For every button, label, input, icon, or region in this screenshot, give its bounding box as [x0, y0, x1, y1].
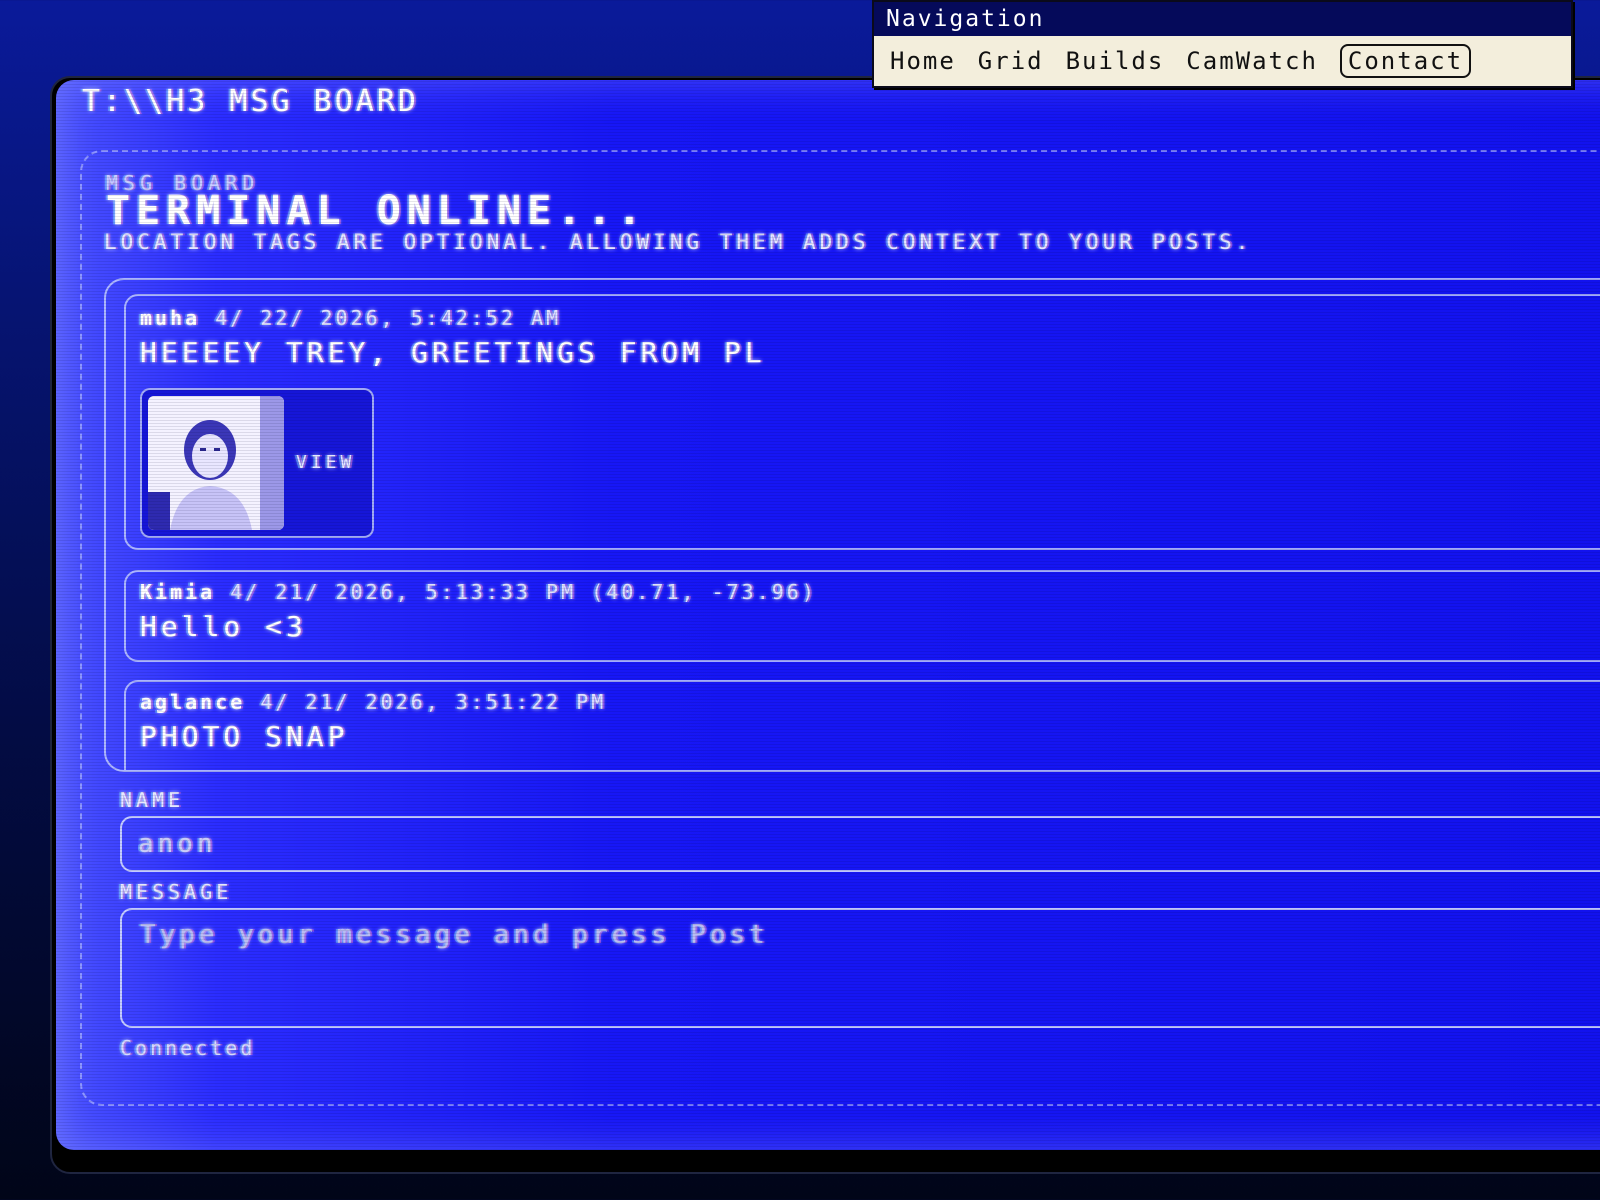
message-label: MESSAGE — [120, 880, 233, 904]
post-meta: aglance 4/ 21/ 2026, 3:51:22 PM — [140, 690, 606, 714]
nav-link-camwatch[interactable]: CamWatch — [1186, 47, 1318, 75]
post-timestamp: 4/ 22/ 2026, 5:42:52 AM — [215, 306, 562, 330]
page-headline: TERMINAL ONLINE... — [106, 188, 648, 234]
window-title: T:\\H3 MSG BOARD — [82, 84, 419, 119]
post-message: PHOTO SNAP — [140, 720, 349, 753]
post-timestamp: 4/ 21/ 2026, 3:51:22 PM — [260, 690, 607, 714]
nav-link-grid[interactable]: Grid — [978, 47, 1044, 75]
navigation-window: Navigation Home Grid Builds CamWatch Con… — [872, 0, 1573, 88]
navigation-links: Home Grid Builds CamWatch Contact — [874, 36, 1571, 86]
post-author: aglance — [140, 690, 246, 714]
post-timestamp: 4/ 21/ 2026, 5:13:33 PM — [230, 580, 577, 604]
message-input[interactable] — [120, 908, 1600, 1028]
photo-thumbnail-icon[interactable] — [148, 396, 284, 530]
crt-screen: T:\\H3 MSG BOARD MSG BOARD TERMINAL ONLI… — [56, 80, 1600, 1150]
name-label: NAME — [120, 788, 185, 812]
post-author: muha — [140, 306, 201, 330]
post-message: Hello <3 — [140, 610, 307, 643]
list-item: aglance 4/ 21/ 2026, 3:51:22 PM PHOTO SN… — [124, 680, 1600, 770]
location-notice: LOCATION TAGS ARE OPTIONAL. ALLOWING THE… — [104, 230, 1253, 254]
message-list[interactable]: muha 4/ 22/ 2026, 5:42:52 AM HEEEEY TREY… — [104, 278, 1600, 772]
nav-link-home[interactable]: Home — [890, 47, 956, 75]
post-message: HEEEEY TREY, GREETINGS FROM PL — [140, 336, 766, 369]
nav-link-builds[interactable]: Builds — [1066, 47, 1165, 75]
post-author: Kimia — [140, 580, 216, 604]
post-location: (40.71, -73.96) — [591, 580, 817, 604]
list-item: muha 4/ 22/ 2026, 5:42:52 AM HEEEEY TREY… — [124, 294, 1600, 550]
photo-attachment[interactable]: VIEW — [140, 388, 374, 538]
nav-link-contact[interactable]: Contact — [1339, 44, 1472, 78]
connection-status: Connected — [120, 1036, 256, 1060]
navigation-titlebar[interactable]: Navigation — [874, 2, 1571, 36]
list-item: Kimia 4/ 21/ 2026, 5:13:33 PM (40.71, -7… — [124, 570, 1600, 662]
post-meta: Kimia 4/ 21/ 2026, 5:13:33 PM (40.71, -7… — [140, 580, 817, 604]
name-input[interactable] — [120, 816, 1600, 872]
post-meta: muha 4/ 22/ 2026, 5:42:52 AM — [140, 306, 561, 330]
view-attachment-link[interactable]: VIEW — [296, 452, 355, 473]
